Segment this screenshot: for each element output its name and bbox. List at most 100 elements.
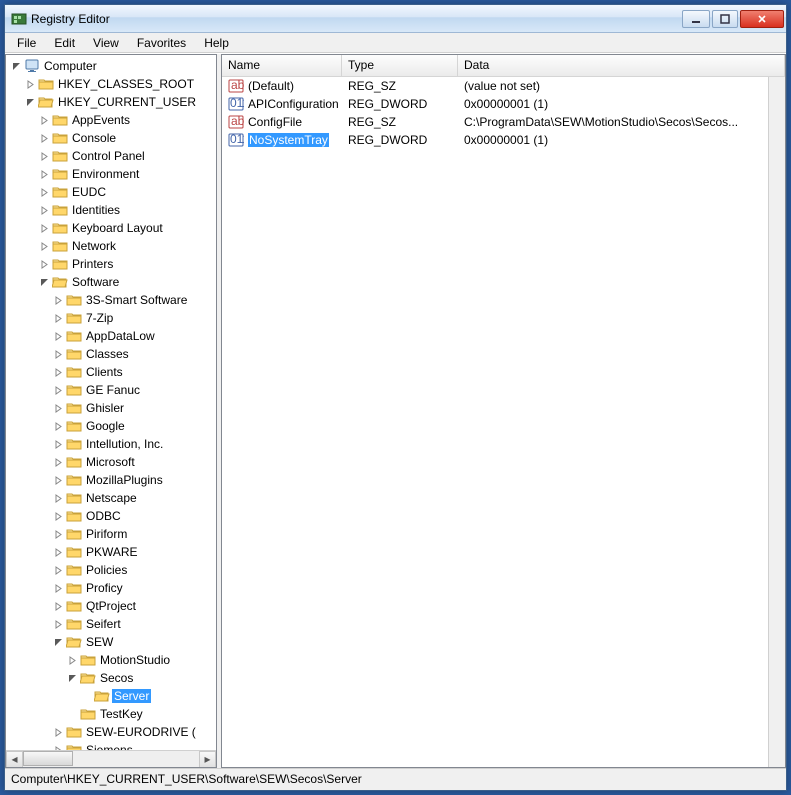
tree-item[interactable]: Classes xyxy=(52,345,216,363)
expander-icon[interactable] xyxy=(38,150,50,162)
tree-item[interactable]: AppDataLow xyxy=(52,327,216,345)
tree-item[interactable]: Clients xyxy=(52,363,216,381)
expander-icon[interactable] xyxy=(10,60,22,72)
tree-hscrollbar[interactable]: ◂ ▸ xyxy=(6,750,216,767)
expander-icon[interactable] xyxy=(52,726,64,738)
tree-item[interactable]: Printers xyxy=(38,255,216,273)
tree-item[interactable]: Microsoft xyxy=(52,453,216,471)
expander-icon[interactable] xyxy=(52,564,64,576)
tree-server[interactable]: Server xyxy=(80,687,216,705)
expander-icon[interactable] xyxy=(52,456,64,468)
tree-item[interactable]: Network xyxy=(38,237,216,255)
value-row[interactable]: 011APIConfigurationREG_DWORD0x00000001 (… xyxy=(222,95,768,113)
expander-icon[interactable] xyxy=(52,312,64,324)
titlebar[interactable]: Registry Editor xyxy=(5,5,786,33)
expander-icon[interactable] xyxy=(38,186,50,198)
tree-item[interactable]: Ghisler xyxy=(52,399,216,417)
value-row[interactable]: ab(Default)REG_SZ(value not set) xyxy=(222,77,768,95)
expander-icon[interactable] xyxy=(52,348,64,360)
expander-icon[interactable] xyxy=(52,636,64,648)
tree-item[interactable]: QtProject xyxy=(52,597,216,615)
menu-view[interactable]: View xyxy=(85,34,127,52)
tree-computer[interactable]: Computer xyxy=(10,57,216,75)
expander-icon[interactable] xyxy=(38,132,50,144)
tree-item[interactable]: 3S-Smart Software xyxy=(52,291,216,309)
expander-icon[interactable] xyxy=(38,258,50,270)
col-header-type[interactable]: Type xyxy=(342,55,458,76)
expander-icon[interactable] xyxy=(52,492,64,504)
tree-item[interactable]: Piriform xyxy=(52,525,216,543)
value-row[interactable]: abConfigFileREG_SZC:\ProgramData\SEW\Mot… xyxy=(222,113,768,131)
list-vscrollbar[interactable] xyxy=(768,77,785,767)
scroll-left-button[interactable]: ◂ xyxy=(6,751,23,768)
tree-item[interactable]: Control Panel xyxy=(38,147,216,165)
tree-item[interactable]: AppEvents xyxy=(38,111,216,129)
tree-item[interactable]: PKWARE xyxy=(52,543,216,561)
tree-testkey[interactable]: TestKey xyxy=(66,705,216,723)
tree-hkcu[interactable]: HKEY_CURRENT_USER xyxy=(24,93,216,111)
expander-icon[interactable] xyxy=(52,546,64,558)
tree-item[interactable]: MozillaPlugins xyxy=(52,471,216,489)
expander-icon[interactable] xyxy=(38,240,50,252)
tree-item[interactable]: GE Fanuc xyxy=(52,381,216,399)
menu-help[interactable]: Help xyxy=(196,34,237,52)
expander-icon[interactable] xyxy=(52,474,64,486)
expander-icon[interactable] xyxy=(24,78,36,90)
expander-icon[interactable] xyxy=(52,330,64,342)
expander-icon[interactable] xyxy=(38,114,50,126)
tree-item[interactable]: Keyboard Layout xyxy=(38,219,216,237)
expander-icon[interactable] xyxy=(52,366,64,378)
tree-item[interactable]: Console xyxy=(38,129,216,147)
close-button[interactable] xyxy=(740,10,784,28)
tree-item[interactable]: Intellution, Inc. xyxy=(52,435,216,453)
scroll-track[interactable] xyxy=(23,751,199,768)
minimize-button[interactable] xyxy=(682,10,710,28)
tree-item[interactable]: Identities xyxy=(38,201,216,219)
expander-icon[interactable] xyxy=(24,96,36,108)
tree-item[interactable]: Proficy xyxy=(52,579,216,597)
expander-icon[interactable] xyxy=(38,204,50,216)
expander-icon[interactable] xyxy=(52,510,64,522)
tree-sew[interactable]: SEW xyxy=(52,633,216,651)
expander-icon[interactable] xyxy=(52,600,64,612)
expander-icon[interactable] xyxy=(38,168,50,180)
tree-software[interactable]: Software xyxy=(38,273,216,291)
expander-icon[interactable] xyxy=(38,276,50,288)
list-rows[interactable]: ab(Default)REG_SZ(value not set)011APICo… xyxy=(222,77,768,767)
tree-item[interactable]: Environment xyxy=(38,165,216,183)
expander-icon[interactable] xyxy=(52,618,64,630)
tree-item[interactable]: Netscape xyxy=(52,489,216,507)
expander-icon[interactable] xyxy=(52,528,64,540)
expander-icon[interactable] xyxy=(52,582,64,594)
expander-icon[interactable] xyxy=(66,654,78,666)
menu-file[interactable]: File xyxy=(9,34,44,52)
tree-motionstudio[interactable]: MotionStudio xyxy=(66,651,216,669)
expander-icon[interactable] xyxy=(52,402,64,414)
menu-favorites[interactable]: Favorites xyxy=(129,34,194,52)
menu-edit[interactable]: Edit xyxy=(46,34,83,52)
expander-icon[interactable] xyxy=(38,222,50,234)
scroll-thumb[interactable] xyxy=(23,751,73,766)
expander-icon[interactable] xyxy=(52,438,64,450)
tree-item-label: ODBC xyxy=(84,509,123,523)
tree-item[interactable]: SEW-EURODRIVE ( xyxy=(52,723,216,741)
tree-item[interactable]: Google xyxy=(52,417,216,435)
tree-item[interactable]: Policies xyxy=(52,561,216,579)
tree-secos[interactable]: Secos xyxy=(66,669,216,687)
tree-item[interactable]: Siemens xyxy=(52,741,216,750)
tree-item[interactable]: ODBC xyxy=(52,507,216,525)
scroll-right-button[interactable]: ▸ xyxy=(199,751,216,768)
maximize-button[interactable] xyxy=(712,10,738,28)
tree-item[interactable]: EUDC xyxy=(38,183,216,201)
expander-icon[interactable] xyxy=(52,420,64,432)
value-row[interactable]: 011NoSystemTrayREG_DWORD0x00000001 (1) xyxy=(222,131,768,149)
expander-icon[interactable] xyxy=(52,384,64,396)
tree-item[interactable]: 7-Zip xyxy=(52,309,216,327)
tree-item[interactable]: Seifert xyxy=(52,615,216,633)
tree-hkcr[interactable]: HKEY_CLASSES_ROOT xyxy=(24,75,216,93)
expander-icon[interactable] xyxy=(52,294,64,306)
expander-icon[interactable] xyxy=(66,672,78,684)
registry-tree[interactable]: ComputerHKEY_CLASSES_ROOTHKEY_CURRENT_US… xyxy=(6,55,216,750)
col-header-name[interactable]: Name xyxy=(222,55,342,76)
col-header-data[interactable]: Data xyxy=(458,55,785,76)
